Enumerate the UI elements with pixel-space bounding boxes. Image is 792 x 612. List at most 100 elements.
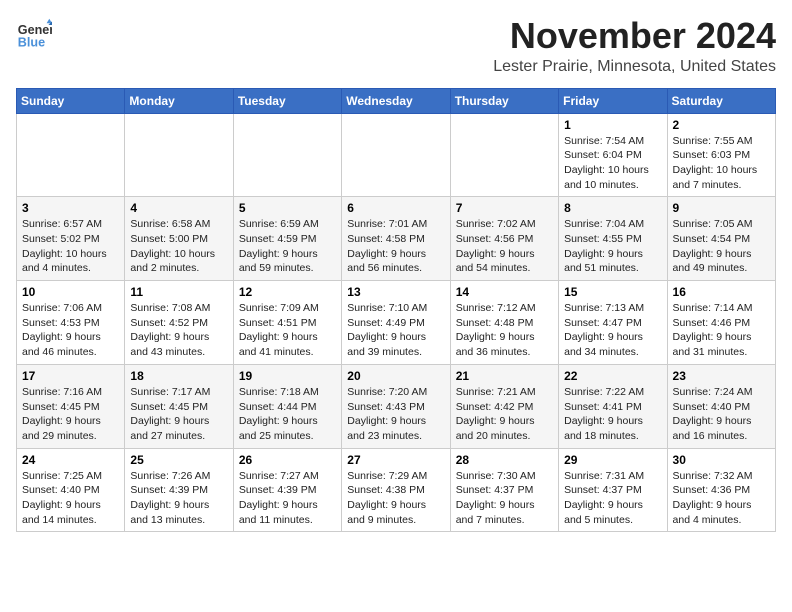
day-header-sunday: Sunday: [17, 88, 125, 113]
day-cell: 4 Sunrise: 6:58 AM Sunset: 5:00 PM Daylig…: [125, 197, 233, 281]
day-info: Sunrise: 7:05 AM Sunset: 4:54 PM Dayligh…: [673, 217, 770, 276]
title-area: November 2024 Lester Prairie, Minnesota,…: [493, 16, 776, 76]
day-cell: 24 Sunrise: 7:25 AM Sunset: 4:40 PM Dayli…: [17, 448, 125, 532]
day-header-monday: Monday: [125, 88, 233, 113]
day-info: Sunrise: 7:02 AM Sunset: 4:56 PM Dayligh…: [456, 217, 553, 276]
day-cell: 3 Sunrise: 6:57 AM Sunset: 5:02 PM Daylig…: [17, 197, 125, 281]
day-info: Sunrise: 7:08 AM Sunset: 4:52 PM Dayligh…: [130, 301, 227, 360]
day-header-friday: Friday: [559, 88, 667, 113]
day-info: Sunrise: 6:57 AM Sunset: 5:02 PM Dayligh…: [22, 217, 119, 276]
day-cell: 7 Sunrise: 7:02 AM Sunset: 4:56 PM Daylig…: [450, 197, 558, 281]
day-info: Sunrise: 7:13 AM Sunset: 4:47 PM Dayligh…: [564, 301, 661, 360]
day-cell: [125, 113, 233, 197]
day-number: 23: [673, 369, 770, 383]
day-info: Sunrise: 7:27 AM Sunset: 4:39 PM Dayligh…: [239, 469, 336, 528]
day-number: 24: [22, 453, 119, 467]
day-info: Sunrise: 7:17 AM Sunset: 4:45 PM Dayligh…: [130, 385, 227, 444]
day-info: Sunrise: 7:22 AM Sunset: 4:41 PM Dayligh…: [564, 385, 661, 444]
day-cell: 27 Sunrise: 7:29 AM Sunset: 4:38 PM Dayli…: [342, 448, 450, 532]
day-number: 12: [239, 285, 336, 299]
day-number: 30: [673, 453, 770, 467]
day-info: Sunrise: 7:24 AM Sunset: 4:40 PM Dayligh…: [673, 385, 770, 444]
day-info: Sunrise: 7:16 AM Sunset: 4:45 PM Dayligh…: [22, 385, 119, 444]
day-info: Sunrise: 7:32 AM Sunset: 4:36 PM Dayligh…: [673, 469, 770, 528]
month-title: November 2024: [493, 16, 776, 56]
day-cell: 14Sunrise: 7:12 AM Sunset: 4:48 PM Dayli…: [450, 281, 558, 365]
day-number: 29: [564, 453, 661, 467]
day-info: Sunrise: 7:25 AM Sunset: 4:40 PM Dayligh…: [22, 469, 119, 528]
day-cell: 25Sunrise: 7:26 AM Sunset: 4:39 PM Dayli…: [125, 448, 233, 532]
day-info: Sunrise: 7:14 AM Sunset: 4:46 PM Dayligh…: [673, 301, 770, 360]
day-number: 1: [564, 118, 661, 132]
day-number: 16: [673, 285, 770, 299]
day-info: Sunrise: 7:21 AM Sunset: 4:42 PM Dayligh…: [456, 385, 553, 444]
day-number: 17: [22, 369, 119, 383]
day-cell: 20Sunrise: 7:20 AM Sunset: 4:43 PM Dayli…: [342, 364, 450, 448]
day-cell: 1 Sunrise: 7:54 AM Sunset: 6:04 PM Daylig…: [559, 113, 667, 197]
day-cell: 8 Sunrise: 7:04 AM Sunset: 4:55 PM Daylig…: [559, 197, 667, 281]
day-cell: [17, 113, 125, 197]
day-info: Sunrise: 7:26 AM Sunset: 4:39 PM Dayligh…: [130, 469, 227, 528]
location-title: Lester Prairie, Minnesota, United States: [493, 58, 776, 76]
day-number: 9: [673, 201, 770, 215]
day-header-thursday: Thursday: [450, 88, 558, 113]
day-cell: 5Sunrise: 6:59 AM Sunset: 4:59 PM Daylig…: [233, 197, 341, 281]
day-number: 11: [130, 285, 227, 299]
day-info: Sunrise: 7:20 AM Sunset: 4:43 PM Dayligh…: [347, 385, 444, 444]
day-number: 18: [130, 369, 227, 383]
svg-text:Blue: Blue: [18, 36, 45, 50]
day-info: Sunrise: 7:06 AM Sunset: 4:53 PM Dayligh…: [22, 301, 119, 360]
day-number: 26: [239, 453, 336, 467]
day-info: Sunrise: 7:09 AM Sunset: 4:51 PM Dayligh…: [239, 301, 336, 360]
day-info: Sunrise: 7:29 AM Sunset: 4:38 PM Dayligh…: [347, 469, 444, 528]
week-row-5: 24 Sunrise: 7:25 AM Sunset: 4:40 PM Dayli…: [17, 448, 776, 532]
day-number: 10: [22, 285, 119, 299]
day-cell: [450, 113, 558, 197]
day-cell: 16 Sunrise: 7:14 AM Sunset: 4:46 PM Dayli…: [667, 281, 775, 365]
day-cell: 30 Sunrise: 7:32 AM Sunset: 4:36 PM Dayli…: [667, 448, 775, 532]
day-header-tuesday: Tuesday: [233, 88, 341, 113]
day-header-wednesday: Wednesday: [342, 88, 450, 113]
day-cell: 18 Sunrise: 7:17 AM Sunset: 4:45 PM Dayli…: [125, 364, 233, 448]
day-cell: 22 Sunrise: 7:22 AM Sunset: 4:41 PM Dayli…: [559, 364, 667, 448]
day-cell: [233, 113, 341, 197]
week-row-3: 10 Sunrise: 7:06 AM Sunset: 4:53 PM Dayli…: [17, 281, 776, 365]
week-row-2: 3 Sunrise: 6:57 AM Sunset: 5:02 PM Daylig…: [17, 197, 776, 281]
header-row: SundayMondayTuesdayWednesdayThursdayFrid…: [17, 88, 776, 113]
day-cell: 13 Sunrise: 7:10 AM Sunset: 4:49 PM Dayli…: [342, 281, 450, 365]
day-number: 27: [347, 453, 444, 467]
day-number: 21: [456, 369, 553, 383]
day-number: 2: [673, 118, 770, 132]
day-info: Sunrise: 6:59 AM Sunset: 4:59 PM Dayligh…: [239, 217, 336, 276]
day-header-saturday: Saturday: [667, 88, 775, 113]
day-number: 28: [456, 453, 553, 467]
day-cell: 10 Sunrise: 7:06 AM Sunset: 4:53 PM Dayli…: [17, 281, 125, 365]
day-info: Sunrise: 6:58 AM Sunset: 5:00 PM Dayligh…: [130, 217, 227, 276]
day-cell: [342, 113, 450, 197]
day-number: 4: [130, 201, 227, 215]
day-info: Sunrise: 7:55 AM Sunset: 6:03 PM Dayligh…: [673, 134, 770, 193]
day-number: 3: [22, 201, 119, 215]
day-number: 13: [347, 285, 444, 299]
logo: General Blue: [16, 16, 52, 52]
day-cell: 2 Sunrise: 7:55 AM Sunset: 6:03 PM Daylig…: [667, 113, 775, 197]
day-number: 7: [456, 201, 553, 215]
day-info: Sunrise: 7:31 AM Sunset: 4:37 PM Dayligh…: [564, 469, 661, 528]
day-info: Sunrise: 7:18 AM Sunset: 4:44 PM Dayligh…: [239, 385, 336, 444]
day-info: Sunrise: 7:01 AM Sunset: 4:58 PM Dayligh…: [347, 217, 444, 276]
day-cell: 17 Sunrise: 7:16 AM Sunset: 4:45 PM Dayli…: [17, 364, 125, 448]
week-row-4: 17 Sunrise: 7:16 AM Sunset: 4:45 PM Dayli…: [17, 364, 776, 448]
day-cell: 28Sunrise: 7:30 AM Sunset: 4:37 PM Dayli…: [450, 448, 558, 532]
day-cell: 21 Sunrise: 7:21 AM Sunset: 4:42 PM Dayli…: [450, 364, 558, 448]
day-cell: 15Sunrise: 7:13 AM Sunset: 4:47 PM Dayli…: [559, 281, 667, 365]
page-header: General Blue November 2024 Lester Prairi…: [16, 16, 776, 76]
day-info: Sunrise: 7:10 AM Sunset: 4:49 PM Dayligh…: [347, 301, 444, 360]
calendar-body: 1 Sunrise: 7:54 AM Sunset: 6:04 PM Daylig…: [17, 113, 776, 532]
day-cell: 12 Sunrise: 7:09 AM Sunset: 4:51 PM Dayli…: [233, 281, 341, 365]
day-cell: 19Sunrise: 7:18 AM Sunset: 4:44 PM Dayli…: [233, 364, 341, 448]
day-cell: 9 Sunrise: 7:05 AM Sunset: 4:54 PM Daylig…: [667, 197, 775, 281]
day-number: 8: [564, 201, 661, 215]
day-number: 22: [564, 369, 661, 383]
day-info: Sunrise: 7:04 AM Sunset: 4:55 PM Dayligh…: [564, 217, 661, 276]
day-info: Sunrise: 7:54 AM Sunset: 6:04 PM Dayligh…: [564, 134, 661, 193]
